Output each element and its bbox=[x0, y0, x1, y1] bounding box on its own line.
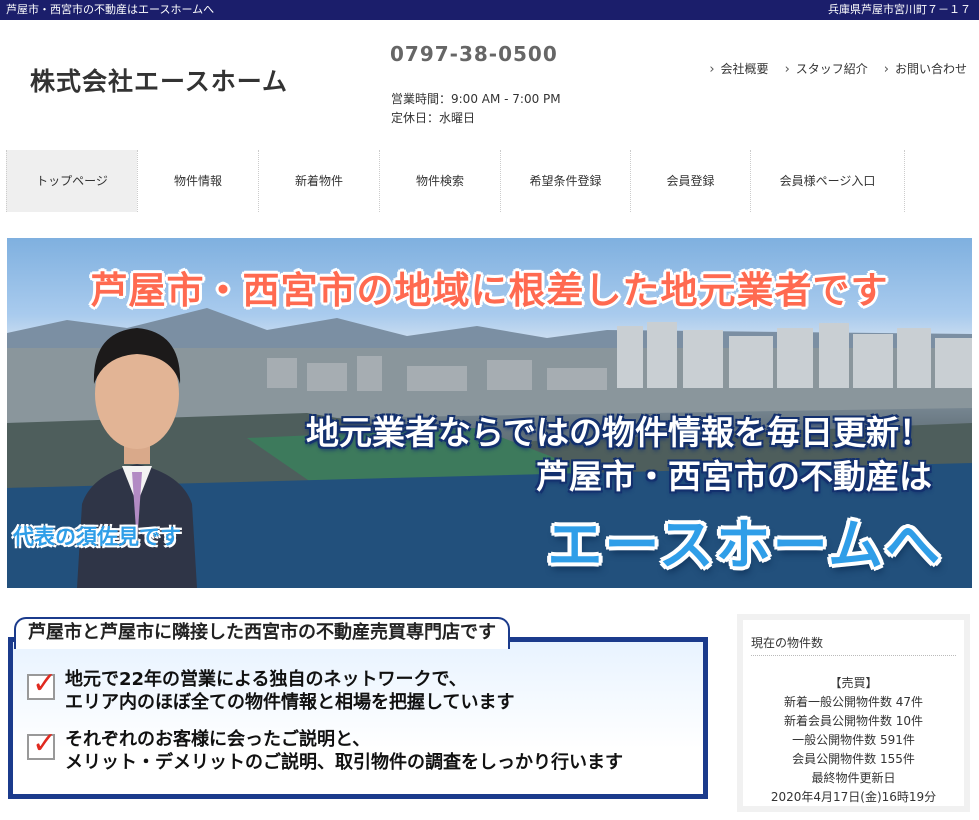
hero-headline: 芦屋市・西宮市の地域に根差した地元業者です bbox=[90, 269, 889, 312]
link-contact[interactable]: お問い合わせ bbox=[884, 60, 967, 77]
feature-point-1-line-1: 地元で22年の営業による独自のネットワークで、 bbox=[65, 669, 467, 690]
checkmark-icon bbox=[27, 726, 57, 761]
phone-number: 0797-38-0500 bbox=[390, 42, 558, 66]
last-updated-label: 最終物件更新日 bbox=[811, 771, 896, 785]
top-bar-tagline: 芦屋市・西宮市の不動産はエースホームへ bbox=[6, 3, 215, 16]
feature-title: 芦屋市と芦屋市に隣接した西宮市の不動産売買専門店です bbox=[14, 617, 510, 649]
nav-wish[interactable]: 希望条件登録 bbox=[500, 150, 630, 212]
property-count-widget: 現在の物件数 【売買】 新着一般公開物件数 47件 新着会員公開物件数 10件 … bbox=[737, 614, 970, 812]
last-updated-date: 2020年4月17日(金)16時19分 bbox=[770, 790, 937, 804]
hero-line-2: 芦屋市・西宮市の不動産は bbox=[536, 457, 932, 496]
widget-title: 現在の物件数 bbox=[751, 636, 824, 650]
link-company-profile[interactable]: 会社概要 bbox=[709, 60, 769, 77]
business-hours: 営業時間：9:00 AM - 7:00 PM 定休日：水曜日 bbox=[391, 90, 561, 128]
feature-point-1-line-2: エリア内のほぼ全ての物件情報と相場を把握しています bbox=[65, 692, 515, 713]
global-nav: トップページ 物件情報 新着物件 物件検索 希望条件登録 会員登録 会員様ページ… bbox=[6, 150, 905, 212]
hero-banner: 芦屋市・西宮市の地域に根差した地元業者です 地元業者ならではの物件情報を毎日更新… bbox=[7, 238, 972, 588]
closed-day-text: 定休日：水曜日 bbox=[391, 111, 476, 125]
count-new-member: 新着会員公開物件数 10件 bbox=[783, 714, 924, 728]
count-member: 会員公開物件数 155件 bbox=[792, 752, 915, 766]
company-logo[interactable]: 株式会社エースホーム bbox=[30, 62, 288, 98]
feature-point-1: 地元で22年の営業による独自のネットワークで、 エリア内のほぼ全ての物件情報と相… bbox=[27, 666, 515, 714]
nav-properties[interactable]: 物件情報 bbox=[137, 150, 258, 212]
representative-caption: 代表の須佐見です bbox=[13, 525, 181, 549]
feature-box: 地元で22年の営業による独自のネットワークで、 エリア内のほぼ全ての物件情報と相… bbox=[8, 637, 708, 799]
count-new-public: 新着一般公開物件数 47件 bbox=[783, 695, 924, 709]
header-links: 会社概要 スタッフ紹介 お問い合わせ bbox=[709, 60, 967, 77]
link-staff[interactable]: スタッフ紹介 bbox=[785, 60, 868, 77]
hero-line-1: 地元業者ならではの物件情報を毎日更新！ bbox=[305, 413, 932, 452]
nav-search[interactable]: 物件検索 bbox=[379, 150, 500, 212]
nav-register[interactable]: 会員登録 bbox=[630, 150, 750, 212]
feature-panel: 芦屋市と芦屋市に隣接した西宮市の不動産売買専門店です 地元で22年の営業による独… bbox=[8, 613, 708, 799]
checkmark-icon bbox=[27, 666, 57, 701]
nav-new[interactable]: 新着物件 bbox=[258, 150, 379, 212]
nav-top[interactable]: トップページ bbox=[6, 150, 137, 212]
widget-divider bbox=[751, 655, 956, 656]
feature-point-2: それぞれのお客様に会ったご説明と、 メリット・デメリットのご説明、取引物件の調査… bbox=[27, 726, 623, 774]
nav-member[interactable]: 会員様ページ入口 bbox=[750, 150, 904, 212]
top-bar: 芦屋市・西宮市の不動産はエースホームへ 兵庫県芦屋市宮川町７－１７ bbox=[0, 0, 979, 20]
feature-point-2-line-1: それぞれのお客様に会ったご説明と、 bbox=[65, 729, 371, 750]
hours-text: 営業時間：9:00 AM - 7:00 PM bbox=[391, 92, 561, 106]
feature-point-2-line-2: メリット・デメリットのご説明、取引物件の調査をしっかり行います bbox=[65, 752, 623, 773]
hero-line-3: エースホームへ bbox=[547, 513, 942, 577]
count-category: 【売買】 bbox=[829, 676, 878, 690]
top-bar-address: 兵庫県芦屋市宮川町７－１７ bbox=[828, 3, 971, 16]
count-public: 一般公開物件数 591件 bbox=[792, 733, 915, 747]
property-count-list: 【売買】 新着一般公開物件数 47件 新着会員公開物件数 10件 一般公開物件数… bbox=[743, 674, 964, 807]
